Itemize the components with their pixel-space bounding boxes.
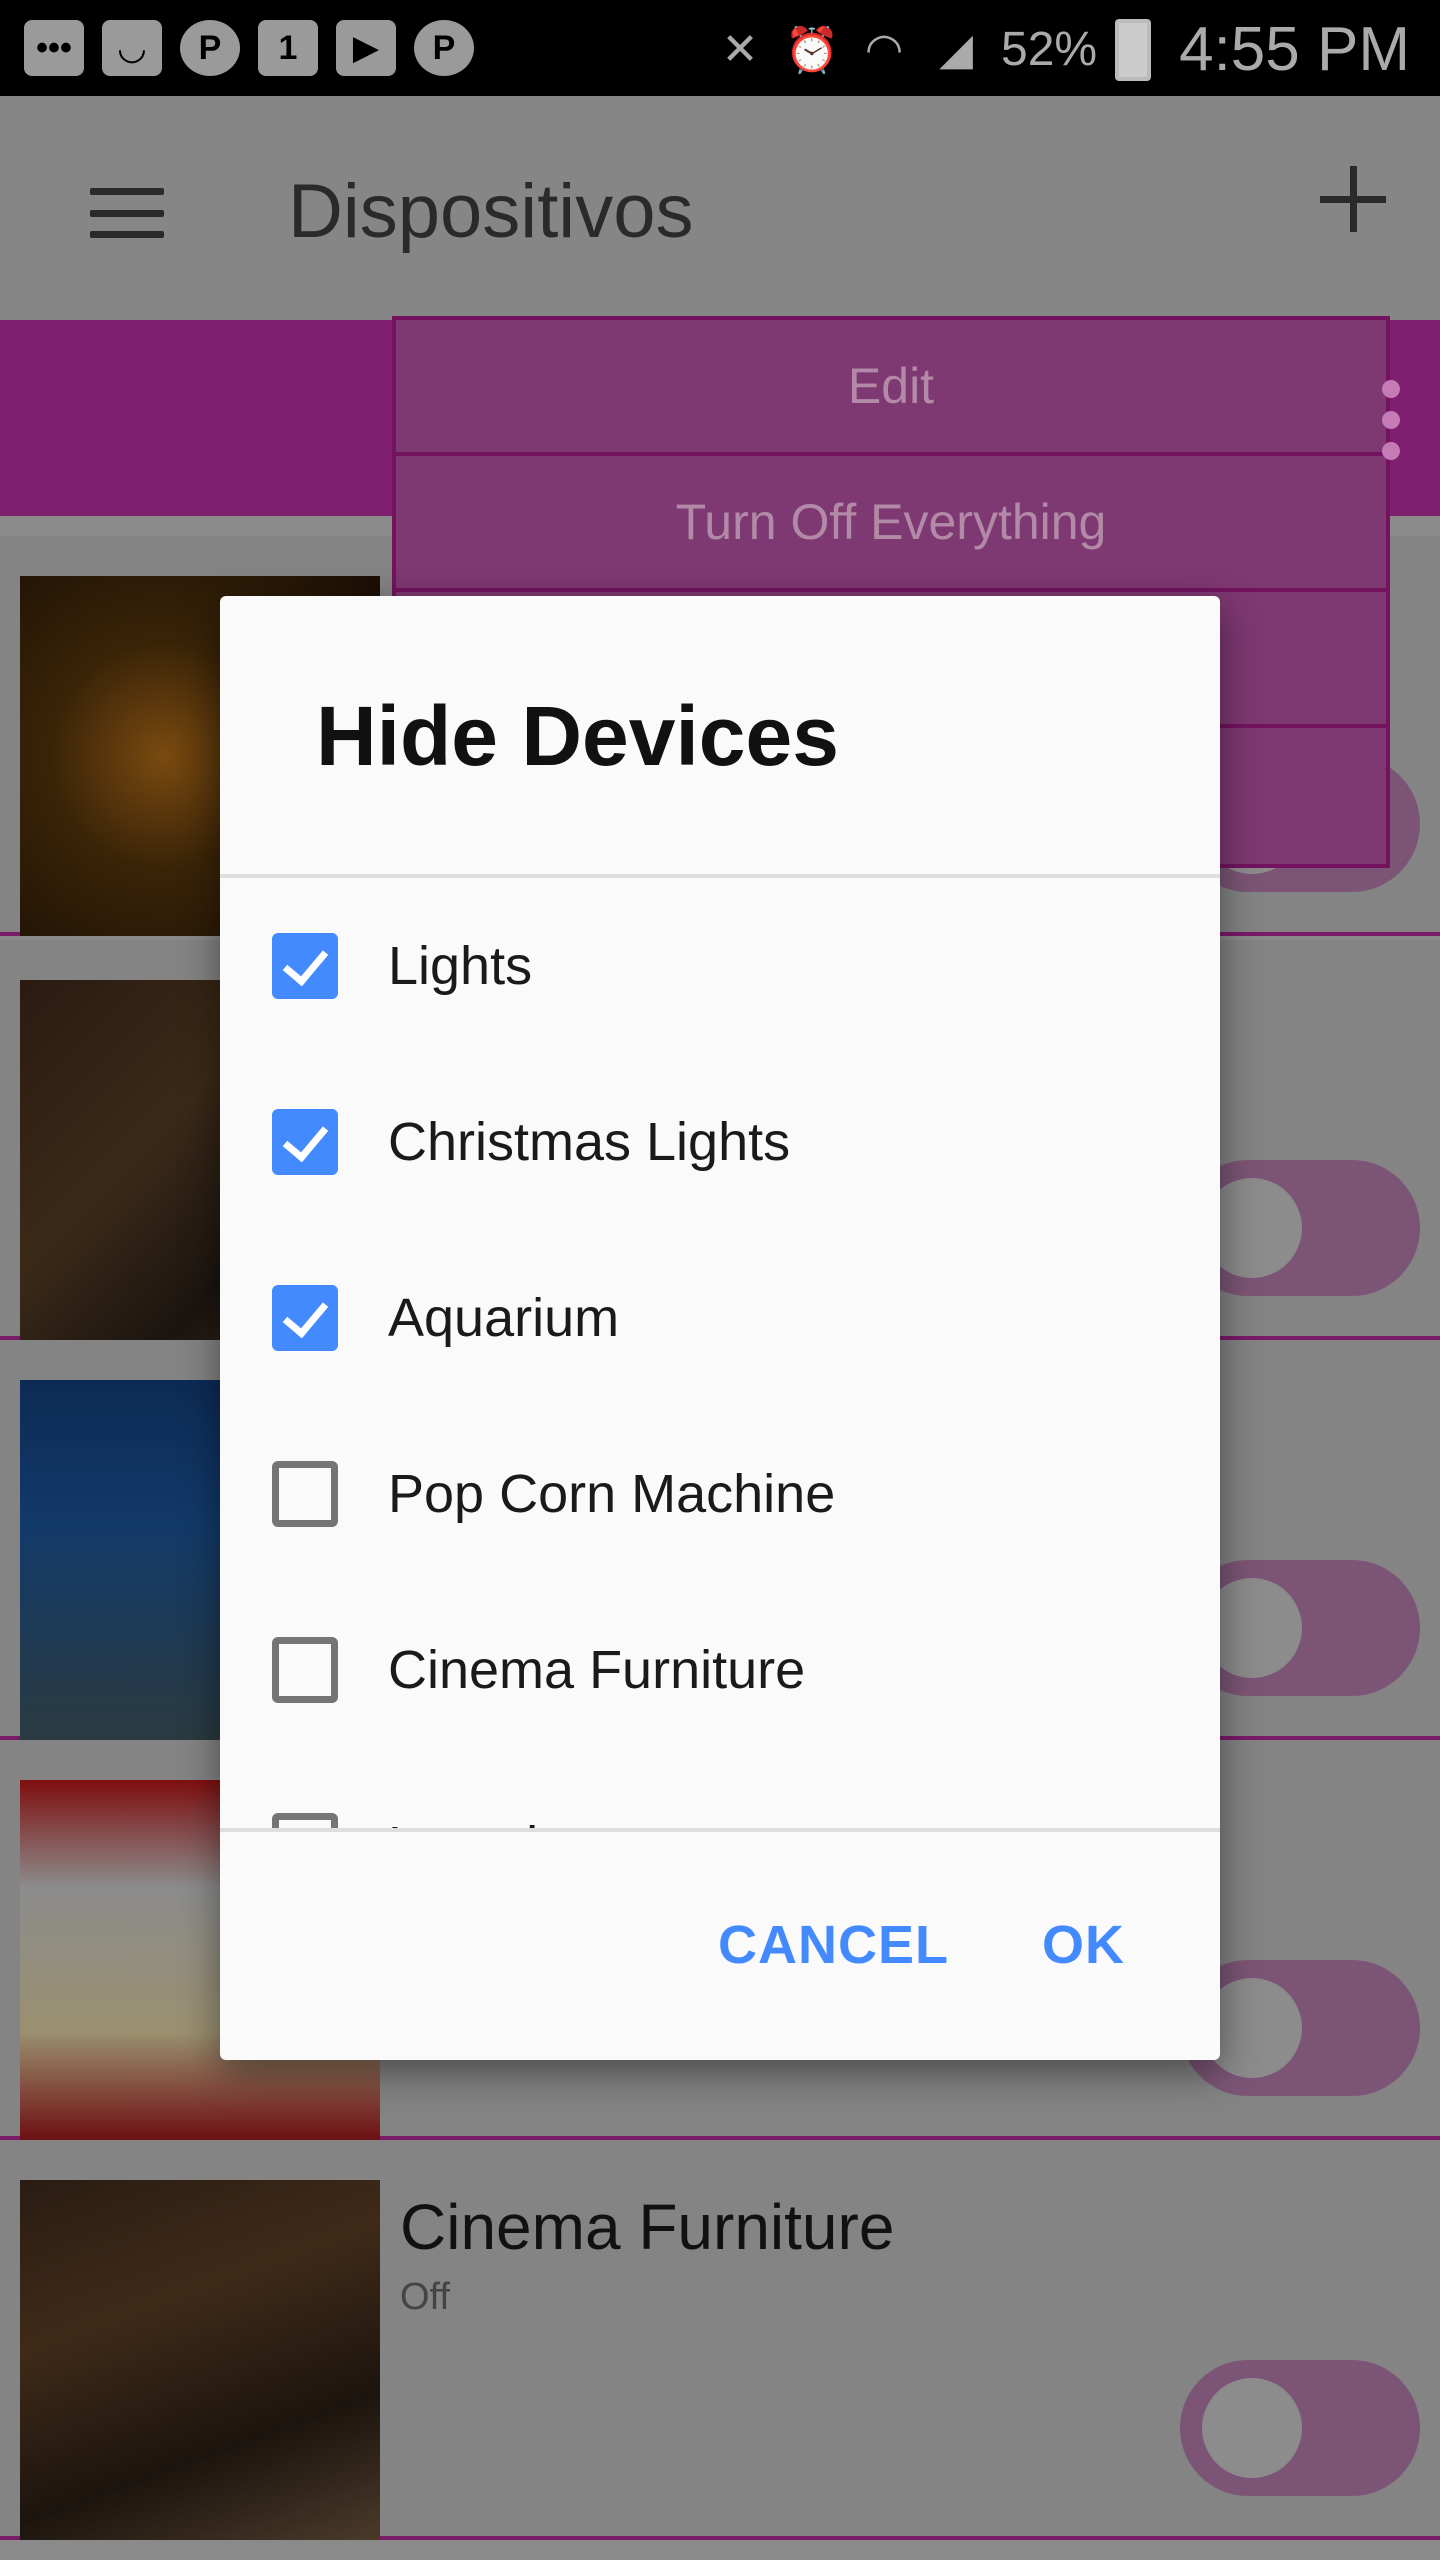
mute-icon: ✕ [721, 25, 759, 74]
cancel-button[interactable]: CANCEL [718, 1914, 949, 1976]
messages-icon: ••• [24, 20, 84, 76]
checkbox-label: Lights [388, 936, 533, 996]
hide-devices-dialog: Hide Devices Lights Christmas Lights Aqu… [220, 596, 1220, 2060]
battery-percent: 52% [1001, 23, 1098, 76]
inbox-icon: ◡ [102, 20, 162, 76]
checkbox-item[interactable]: Aquarium [220, 1230, 1220, 1406]
checkbox-label: Christmas Lights [388, 1112, 791, 1172]
device-name: Cinema Furniture [400, 2191, 895, 2263]
pinterest-icon: P [414, 20, 474, 76]
dialog-title: Hide Devices [316, 689, 839, 783]
pinterest-icon: P [180, 20, 240, 76]
list-item[interactable]: Cinema Furniture Off [0, 2140, 1440, 2540]
checkbox-unchecked[interactable] [272, 1637, 338, 1703]
hamburger-icon[interactable] [90, 188, 164, 238]
signal-icon: ◢ [939, 25, 973, 74]
checkbox-checked[interactable] [272, 1109, 338, 1175]
clock: 4:55 PM [1179, 15, 1410, 84]
checkbox-item[interactable]: Laundry [220, 1758, 1220, 1828]
device-status: Off [400, 2276, 450, 2318]
battery-icon [1115, 18, 1152, 81]
status-bar: ••• ◡ P 1 ▶ P ✕ ⏰ ◠ ◢ 52% 4:55 PM [0, 0, 1440, 96]
plus-icon[interactable] [1320, 166, 1386, 232]
device-toggle[interactable] [1180, 2360, 1420, 2496]
system-icons: ✕ ⏰ ◠ ◢ 52% 4:55 PM [713, 14, 1410, 85]
checkbox-checked[interactable] [272, 1285, 338, 1351]
youtube-icon: ▶ [336, 20, 396, 76]
app-bar: Dispositivos [0, 96, 1440, 320]
wifi-icon: ◠ [864, 25, 904, 74]
checkbox-item[interactable]: Christmas Lights [220, 1054, 1220, 1230]
checkbox-list[interactable]: Lights Christmas Lights Aquarium Pop Cor… [220, 878, 1220, 1828]
checkbox-item[interactable]: Cinema Furniture [220, 1582, 1220, 1758]
alarm-icon: ⏰ [784, 25, 840, 75]
device-thumbnail [20, 2180, 380, 2540]
ok-button[interactable]: OK [1042, 1914, 1125, 1976]
checkbox-item[interactable]: Pop Corn Machine [220, 1406, 1220, 1582]
checkbox-label: Aquarium [388, 1288, 620, 1348]
checkbox-label: Cinema Furniture [388, 1640, 806, 1700]
checkbox-unchecked[interactable] [272, 1461, 338, 1527]
checkbox-label: Pop Corn Machine [388, 1464, 836, 1524]
menu-item-edit[interactable]: Edit [396, 320, 1386, 456]
menu-item-turn-off-everything[interactable]: Turn Off Everything [396, 456, 1386, 592]
dialog-actions: CANCEL OK [220, 1826, 1220, 2060]
page-title: Dispositivos [288, 169, 694, 254]
calendar-icon: 1 [258, 20, 318, 76]
checkbox-checked[interactable] [272, 933, 338, 999]
more-vert-icon[interactable] [1382, 380, 1402, 460]
notification-icons: ••• ◡ P 1 ▶ P [24, 20, 474, 76]
checkbox-item[interactable]: Lights [220, 878, 1220, 1054]
